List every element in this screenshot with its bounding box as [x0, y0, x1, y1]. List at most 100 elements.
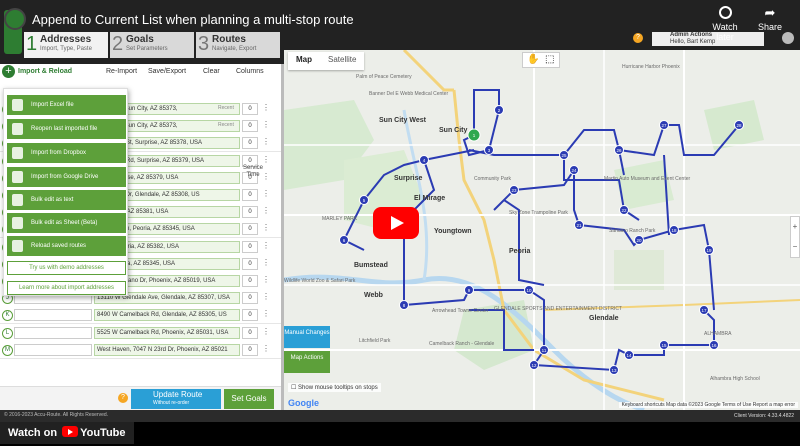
- service-time-field[interactable]: 0: [242, 240, 258, 253]
- help-icon[interactable]: ?: [633, 33, 643, 43]
- tab-addresses[interactable]: 1 Addresses Import, Type, Paste: [24, 32, 108, 58]
- row-menu-icon[interactable]: ⋮: [262, 309, 270, 318]
- service-time-field[interactable]: 0: [242, 223, 258, 236]
- table-row[interactable]: M West Haven, 7047 N 23rd Dr, Phoenix, AZ…: [0, 340, 281, 359]
- route-stop-marker[interactable]: 6: [339, 235, 349, 245]
- menu-item-reload-saved[interactable]: Reload saved routes: [7, 236, 126, 256]
- service-time-field[interactable]: 0: [242, 309, 258, 322]
- service-time-field[interactable]: 0: [242, 343, 258, 356]
- route-stop-marker[interactable]: 24: [569, 165, 579, 175]
- route-stop-marker[interactable]: 16: [709, 340, 719, 350]
- route-stop-marker[interactable]: 27: [659, 120, 669, 130]
- help-icon[interactable]: ?: [118, 393, 128, 403]
- route-stop-marker[interactable]: 20: [634, 235, 644, 245]
- row-menu-icon[interactable]: ⋮: [262, 258, 270, 267]
- service-time-field[interactable]: 0: [242, 326, 258, 339]
- stop-name-field[interactable]: [14, 326, 92, 339]
- service-time-field[interactable]: 0: [242, 189, 258, 201]
- route-stop-marker[interactable]: 25: [559, 150, 569, 160]
- row-menu-icon[interactable]: ⋮: [262, 327, 270, 336]
- try-demo-link[interactable]: Try us with demo addresses: [7, 261, 126, 275]
- service-time-field[interactable]: 0: [242, 275, 258, 287]
- menu-item-dropbox[interactable]: Import from Dropbox: [7, 143, 126, 163]
- tab-routes[interactable]: 3 Routes Navigate, Export: [196, 32, 280, 58]
- zoom-out-icon[interactable]: −: [791, 237, 799, 257]
- route-stop-marker[interactable]: 5: [359, 195, 369, 205]
- learn-more-link[interactable]: Learn more about import addresses: [7, 281, 126, 295]
- tab-goals[interactable]: 2 Goals Set Parameters: [110, 32, 194, 58]
- menu-item-google-drive[interactable]: Import from Google Drive: [7, 167, 126, 187]
- row-menu-icon[interactable]: ⋮: [262, 275, 270, 284]
- route-stop-marker[interactable]: 17: [699, 305, 709, 315]
- manual-changes-button[interactable]: Manual Changes: [284, 326, 330, 348]
- row-menu-icon[interactable]: ⋮: [262, 120, 270, 129]
- reimport-button[interactable]: Re-Import: [106, 68, 137, 75]
- import-reload-button[interactable]: Import & Reload: [18, 68, 72, 75]
- route-stop-marker[interactable]: 19: [704, 245, 714, 255]
- stop-address-field[interactable]: 5525 W Camelback Rd, Phoenix, AZ 85031, …: [94, 326, 240, 339]
- video-title[interactable]: Append to Current List when planning a m…: [32, 12, 354, 27]
- row-menu-icon[interactable]: ⋮: [262, 344, 270, 353]
- user-avatar-icon[interactable]: [782, 32, 794, 44]
- route-stop-marker[interactable]: 2: [494, 105, 504, 115]
- map-tab[interactable]: Map: [288, 52, 320, 70]
- map-actions-button[interactable]: Map Actions: [284, 351, 330, 373]
- plus-icon[interactable]: +: [2, 65, 15, 78]
- row-menu-icon[interactable]: ⋮: [262, 292, 270, 301]
- route-stop-marker[interactable]: 1: [467, 128, 481, 142]
- row-menu-icon[interactable]: ⋮: [262, 137, 270, 146]
- service-time-field[interactable]: 0: [242, 257, 258, 270]
- service-time-field[interactable]: 0: [242, 206, 258, 219]
- stop-name-field[interactable]: [14, 309, 92, 322]
- table-row[interactable]: L 5525 W Camelback Rd, Phoenix, AZ 85031,…: [0, 323, 281, 342]
- menu-item-bulk-sheet[interactable]: Bulk edit as Sheet (Beta): [7, 213, 126, 233]
- row-menu-icon[interactable]: ⋮: [262, 223, 270, 232]
- route-stop-marker[interactable]: 12: [529, 360, 539, 370]
- service-time-field[interactable]: 0: [242, 103, 258, 115]
- stop-name-field[interactable]: [14, 343, 92, 356]
- route-stop-marker[interactable]: 22: [619, 205, 629, 215]
- play-button[interactable]: [373, 207, 419, 239]
- route-stop-marker[interactable]: 11: [539, 345, 549, 355]
- route-stop-marker[interactable]: 4: [419, 155, 429, 165]
- route-stop-marker[interactable]: 10: [524, 285, 534, 295]
- route-stop-marker[interactable]: 9: [464, 285, 474, 295]
- route-stop-marker[interactable]: 26: [614, 145, 624, 155]
- watch-later-button[interactable]: Watch later: [704, 6, 746, 42]
- row-menu-icon[interactable]: ⋮: [262, 189, 270, 198]
- set-goals-button[interactable]: Set Goals: [224, 389, 274, 409]
- map-footer[interactable]: Keyboard shortcuts Map data ©2023 Google…: [618, 402, 798, 408]
- hand-icon[interactable]: ✋: [527, 54, 539, 65]
- select-icon[interactable]: ⬚: [545, 54, 554, 65]
- route-stop-marker[interactable]: 14: [624, 350, 634, 360]
- clear-button[interactable]: Clear: [203, 68, 220, 75]
- service-time-field[interactable]: 0: [242, 137, 258, 150]
- save-export-button[interactable]: Save/Export: [148, 68, 186, 75]
- satellite-tab[interactable]: Satellite: [320, 52, 364, 70]
- columns-button[interactable]: Columns: [236, 68, 264, 75]
- zoom-control[interactable]: + −: [790, 216, 800, 258]
- menu-item-reopen-last[interactable]: Reopen last imported file: [7, 119, 126, 139]
- stop-address-field[interactable]: 8490 W Camelback Rd, Glendale, AZ 85305,…: [94, 309, 240, 322]
- route-stop-marker[interactable]: 18: [669, 225, 679, 235]
- service-time-field[interactable]: 0: [242, 292, 258, 305]
- route-stop-marker[interactable]: 28: [734, 120, 744, 130]
- update-route-button[interactable]: Update Route Without re-order: [131, 389, 221, 409]
- menu-item-bulk-text[interactable]: Bulk edit as text: [7, 190, 126, 210]
- watch-on-youtube-button[interactable]: Watch on YouTube: [0, 422, 134, 444]
- route-stop-marker[interactable]: 3: [484, 145, 494, 155]
- route-stop-marker[interactable]: 15: [659, 340, 669, 350]
- route-map[interactable]: Sun City West Sun City Surprise El Mirage Yo…: [284, 50, 800, 410]
- route-stop-marker[interactable]: 23: [509, 185, 519, 195]
- tooltip-checkbox[interactable]: ☐ Show mouse tooltips on stops: [288, 383, 381, 392]
- service-time-field[interactable]: 0: [242, 120, 258, 133]
- route-stop-marker[interactable]: 8: [399, 300, 409, 310]
- zoom-in-icon[interactable]: +: [791, 217, 799, 237]
- stop-address-field[interactable]: West Haven, 7047 N 23rd Dr, Phoenix, AZ …: [94, 343, 240, 356]
- route-stop-marker[interactable]: 21: [574, 220, 584, 230]
- row-menu-icon[interactable]: ⋮: [262, 241, 270, 250]
- row-menu-icon[interactable]: ⋮: [262, 155, 270, 164]
- row-menu-icon[interactable]: ⋮: [262, 206, 270, 215]
- row-menu-icon[interactable]: ⋮: [262, 103, 270, 112]
- menu-item-import-excel[interactable]: Import Excel file: [7, 95, 126, 115]
